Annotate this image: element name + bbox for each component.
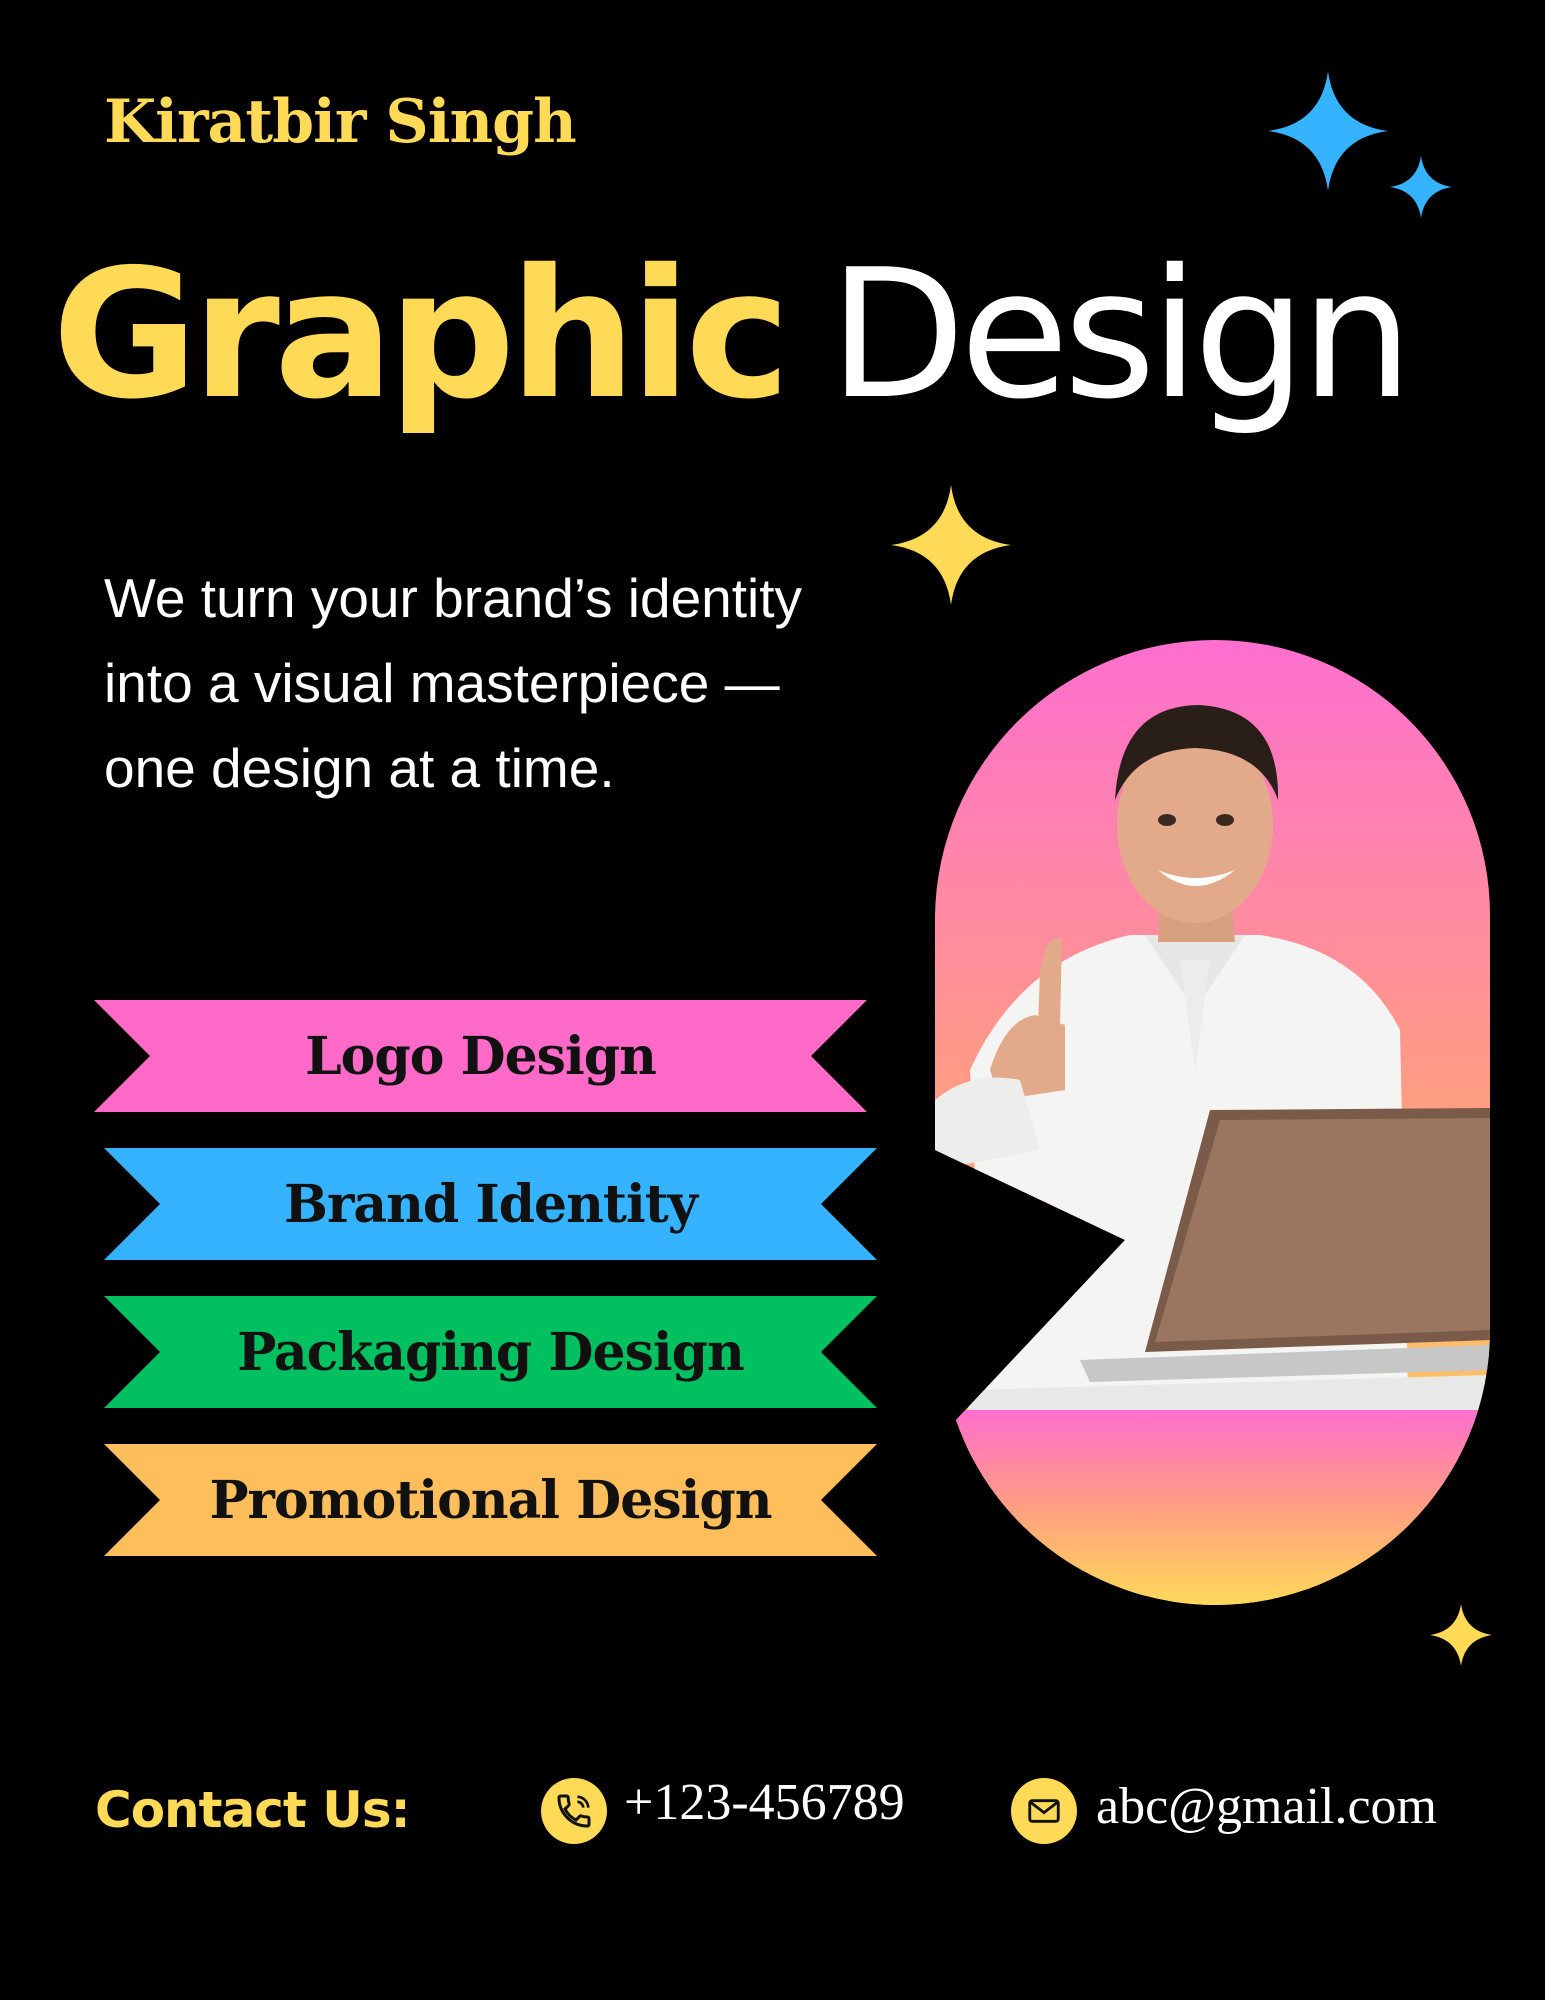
service-label: Promotional Design	[209, 1469, 772, 1531]
sparkle-star-icon	[1268, 71, 1388, 191]
service-label: Brand Identity	[284, 1173, 698, 1235]
sparkle-star-icon	[891, 485, 1011, 605]
sparkle-star-icon	[1430, 1604, 1492, 1666]
service-label: Logo Design	[305, 1025, 657, 1087]
contact-phone[interactable]: +123-456789	[624, 1773, 905, 1833]
contact-label: Contact Us:	[95, 1781, 411, 1839]
sparkle-star-icon	[1390, 156, 1452, 218]
mail-glyph	[1028, 1799, 1060, 1823]
service-ribbon-brand-identity: Brand Identity	[104, 1148, 877, 1260]
mail-icon	[1011, 1778, 1077, 1844]
tagline: We turn your brand’s identity into a vis…	[104, 567, 803, 799]
service-ribbon-logo-design: Logo Design	[94, 1000, 867, 1112]
headline-word-design: Design	[828, 231, 1414, 438]
author-name: Kiratbir Singh	[104, 87, 577, 157]
phone-glyph	[557, 1794, 591, 1828]
service-ribbon-promotional-design: Promotional Design	[104, 1444, 877, 1556]
contact-email[interactable]: abc@gmail.com	[1096, 1777, 1437, 1837]
headline: Graphic Design	[52, 230, 1414, 440]
photo-frame	[935, 639, 1490, 1606]
service-label: Packaging Design	[237, 1321, 745, 1383]
service-ribbon-packaging-design: Packaging Design	[104, 1296, 877, 1408]
phone-icon	[541, 1778, 607, 1844]
headline-word-graphic: Graphic	[52, 231, 791, 438]
